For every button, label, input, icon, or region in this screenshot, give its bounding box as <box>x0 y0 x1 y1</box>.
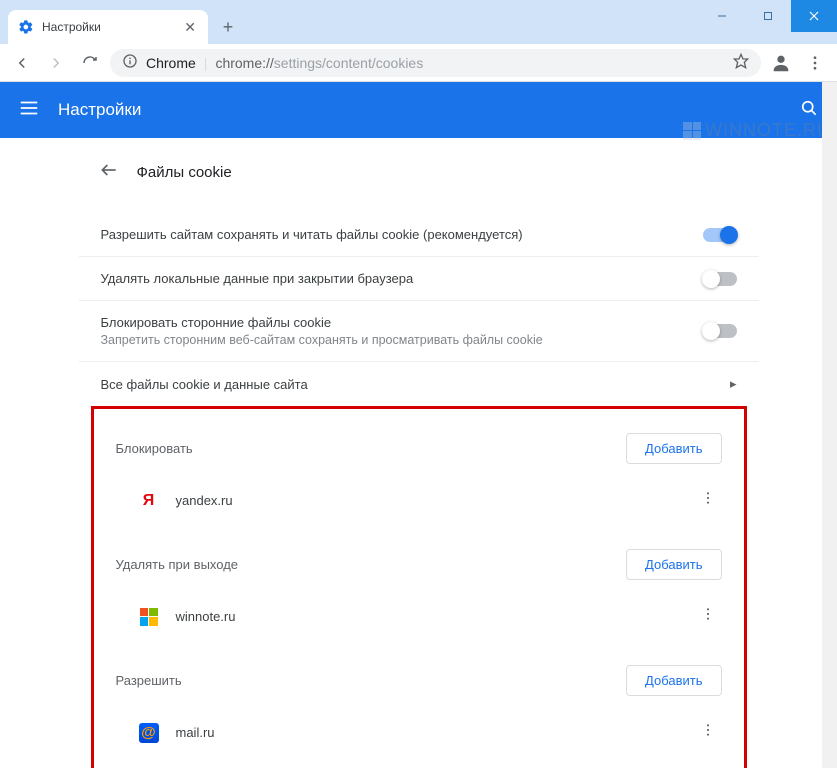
site-name: winnote.ru <box>176 609 678 624</box>
tab-strip: Настройки ✕ + <box>0 0 242 44</box>
mailru-favicon-icon: @ <box>138 722 160 744</box>
chevron-right-icon: ▸ <box>730 376 737 392</box>
window-controls <box>699 0 837 32</box>
allow-section: Разрешить Добавить @ mail.ru <box>94 649 744 765</box>
back-button[interactable] <box>8 49 36 77</box>
block-section: Блокировать Добавить Я yandex.ru <box>94 417 744 533</box>
more-menu-icon[interactable] <box>694 716 722 749</box>
add-allow-button[interactable]: Добавить <box>626 665 721 696</box>
panel-header: Файлы cookie <box>79 146 759 213</box>
all-cookies-label: Все файлы cookie и данные сайта <box>101 377 308 392</box>
browser-toolbar: Chrome | chrome://settings/content/cooki… <box>0 44 837 82</box>
menu-button[interactable] <box>801 49 829 77</box>
highlight-box: Блокировать Добавить Я yandex.ru Удалять… <box>91 406 747 768</box>
more-menu-icon[interactable] <box>694 484 722 517</box>
add-block-button[interactable]: Добавить <box>626 433 721 464</box>
toggle-block3p-sublabel: Запретить сторонним веб-сайтам сохранять… <box>101 333 543 347</box>
omnibox-label: Chrome <box>146 55 196 71</box>
new-tab-button[interactable]: + <box>214 13 242 41</box>
toggle-block3p-switch[interactable] <box>703 324 737 338</box>
watermark: WINNOTE.RU <box>683 120 831 141</box>
cookies-panel: Файлы cookie Разрешить сайтам сохранять … <box>79 146 759 768</box>
page-title: Файлы cookie <box>137 164 232 181</box>
add-clear-button[interactable]: Добавить <box>626 549 721 580</box>
toggle-clear-switch[interactable] <box>703 272 737 286</box>
toggle-clear-label: Удалять локальные данные при закрытии бр… <box>101 271 414 286</box>
allow-section-title: Разрешить <box>116 673 182 688</box>
tab-close-icon[interactable]: ✕ <box>182 17 198 38</box>
site-name: mail.ru <box>176 725 678 740</box>
watermark-logo-icon <box>683 122 701 140</box>
toggle-block-third-party[interactable]: Блокировать сторонние файлы cookie Запре… <box>79 300 759 361</box>
close-window-button[interactable] <box>791 0 837 32</box>
profile-avatar[interactable] <box>767 49 795 77</box>
window-titlebar: Настройки ✕ + <box>0 0 837 44</box>
site-row-yandex[interactable]: Я yandex.ru <box>104 474 734 527</box>
back-arrow-icon[interactable] <box>99 160 119 185</box>
more-menu-icon[interactable] <box>694 600 722 633</box>
content-area: Файлы cookie Разрешить сайтам сохранять … <box>0 138 837 768</box>
windows-favicon-icon <box>138 606 160 628</box>
toggle-clear-on-exit[interactable]: Удалять локальные данные при закрытии бр… <box>79 256 759 300</box>
site-row-mail[interactable]: @ mail.ru <box>104 706 734 759</box>
yandex-favicon-icon: Я <box>138 490 160 512</box>
settings-title: Настройки <box>58 100 141 120</box>
maximize-button[interactable] <box>745 0 791 32</box>
gear-icon <box>18 19 34 35</box>
site-info-icon[interactable] <box>122 53 138 72</box>
site-name: yandex.ru <box>176 493 678 508</box>
clear-on-exit-section: Удалять при выходе Добавить winnote.ru <box>94 533 744 649</box>
search-icon[interactable] <box>799 98 819 123</box>
reload-button[interactable] <box>76 49 104 77</box>
forward-button[interactable] <box>42 49 70 77</box>
menu-icon[interactable] <box>18 97 40 124</box>
block-section-title: Блокировать <box>116 441 193 456</box>
omnibox-path: settings/content/cookies <box>274 55 423 71</box>
toggle-allow-cookies[interactable]: Разрешить сайтам сохранять и читать файл… <box>79 213 759 256</box>
browser-tab-settings[interactable]: Настройки ✕ <box>8 10 208 44</box>
minimize-button[interactable] <box>699 0 745 32</box>
scrollbar[interactable] <box>822 82 837 768</box>
bookmark-star-icon[interactable] <box>733 53 749 72</box>
toggle-allow-switch[interactable] <box>703 228 737 242</box>
site-row-winnote[interactable]: winnote.ru <box>104 590 734 643</box>
all-cookies-link[interactable]: Все файлы cookie и данные сайта ▸ <box>79 361 759 406</box>
omnibox-scheme: chrome:// <box>215 55 273 71</box>
toggle-allow-label: Разрешить сайтам сохранять и читать файл… <box>101 227 523 242</box>
toggle-block3p-label: Блокировать сторонние файлы cookie <box>101 315 543 330</box>
tab-title: Настройки <box>42 20 174 34</box>
clear-section-title: Удалять при выходе <box>116 557 239 572</box>
address-bar[interactable]: Chrome | chrome://settings/content/cooki… <box>110 49 761 77</box>
